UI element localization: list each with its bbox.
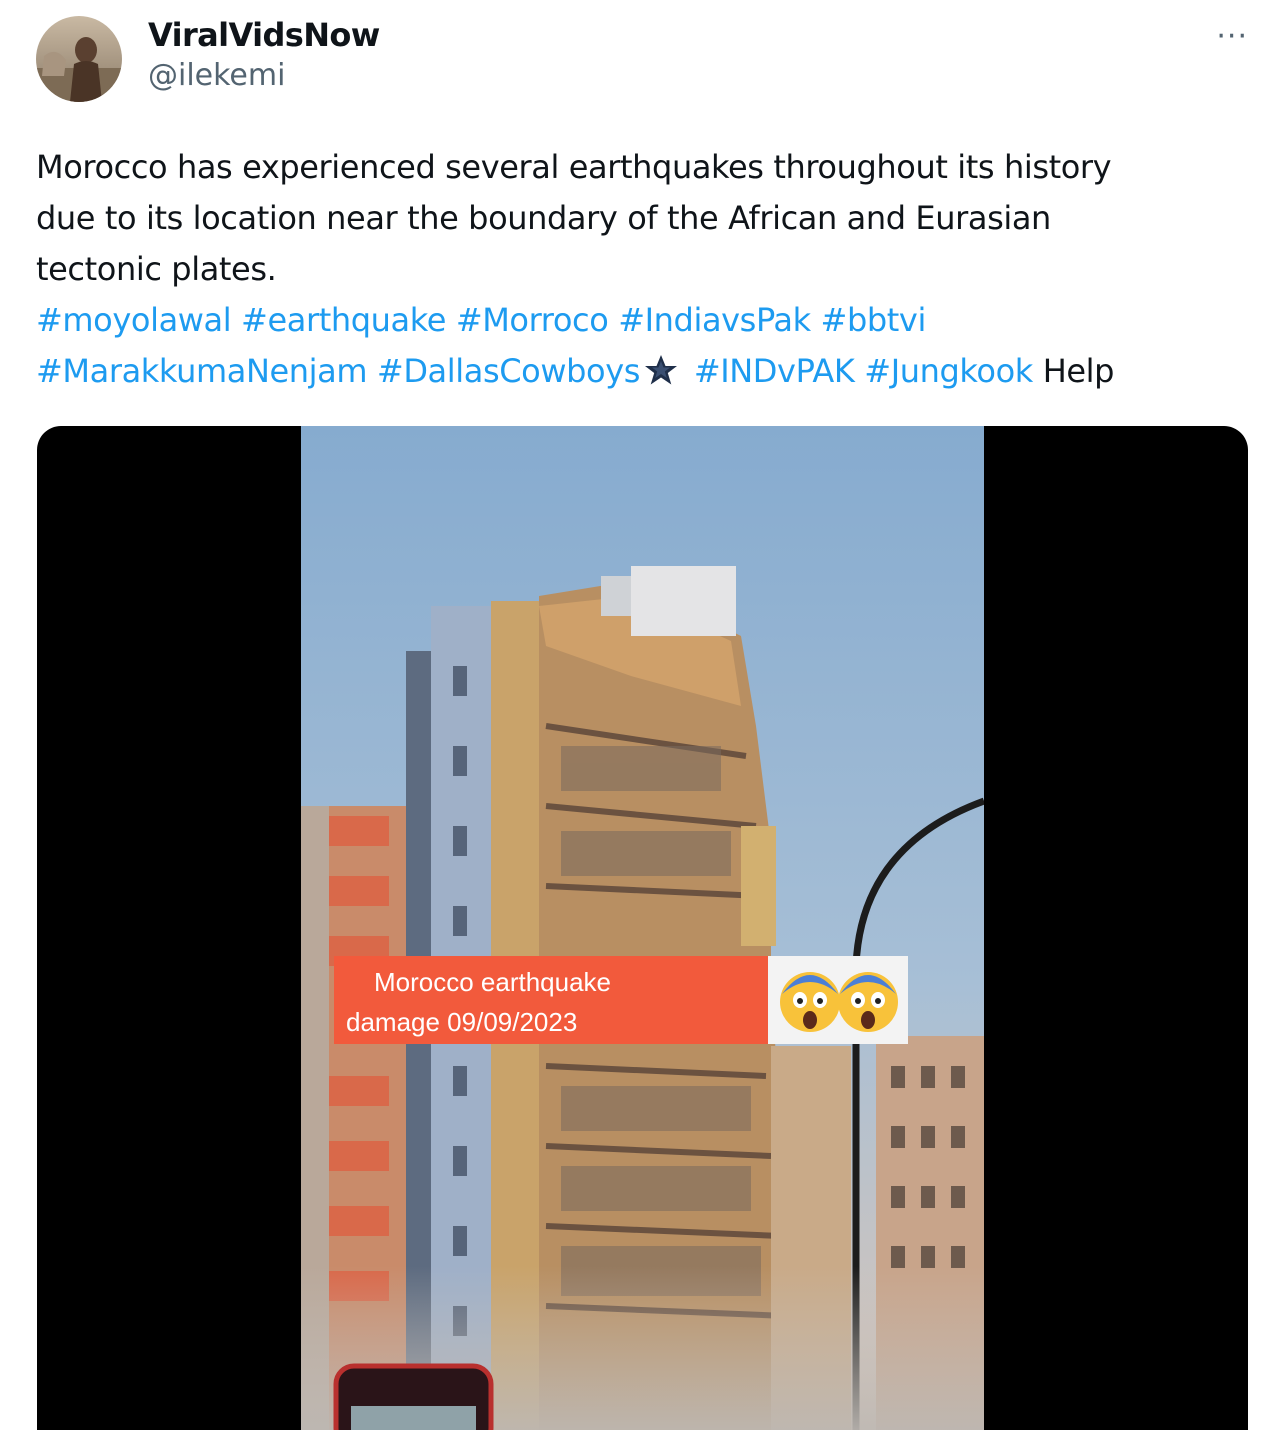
tweet-text: Morocco has experienced several earthqua… [36,142,1246,397]
earthquake-building-video-frame [301,426,984,1430]
hashtag-link[interactable]: #moyolawal [36,301,232,339]
hashtag-link[interactable]: #DallasCowboys [377,352,641,390]
author-handle[interactable]: @ilekemi [148,56,380,96]
hashtag-link[interactable]: #earthquake [241,301,446,339]
profile-photo-icon [36,16,122,102]
hashtag-link[interactable]: #IndiavsPak [618,301,811,339]
tweet-header: ViralVidsNow @ilekemi [36,16,380,102]
hashtag-link[interactable]: #bbtvi [821,301,927,339]
author-names: ViralVidsNow @ilekemi [148,14,380,96]
tweet-text-line: Morocco has experienced several earthqua… [36,148,1112,186]
tweet-text-line: due to its location near the boundary of… [36,199,1051,237]
tweet-card: ViralVidsNow @ilekemi ··· Morocco has ex… [0,0,1280,1430]
hashtag-link[interactable]: #MarakkumaNenjam [36,352,368,390]
video-caption: Morocco earthquake damage 09/09/2023 [334,956,768,1044]
star-icon [645,355,678,385]
hashtag-link[interactable]: #INDvPAK [694,352,855,390]
author-display-name[interactable]: ViralVidsNow [148,14,380,56]
hashtag-line: #MarakkumaNenjam #DallasCowboys #INDvPAK… [36,346,1246,397]
more-options-icon[interactable]: ··· [1216,22,1248,52]
caption-emoji-box [768,956,908,1044]
video-caption-line: Morocco earthquake [374,967,612,997]
hashtag-link[interactable]: #Morroco [456,301,609,339]
tweet-text-line: tectonic plates. [36,250,277,288]
hashtag-link[interactable]: #Jungkook [864,352,1033,390]
hashtag-line: #moyolawal #earthquake #Morroco #Indiavs… [36,295,1246,346]
video-caption-line: damage 09/09/2023 [346,1007,578,1037]
trailing-text: Help [1042,352,1115,390]
screaming-face-icon [780,972,840,1032]
video-player[interactable]: Morocco earthquake damage 09/09/2023 [37,426,1248,1430]
avatar[interactable] [36,16,122,102]
screaming-face-icon [838,972,898,1032]
